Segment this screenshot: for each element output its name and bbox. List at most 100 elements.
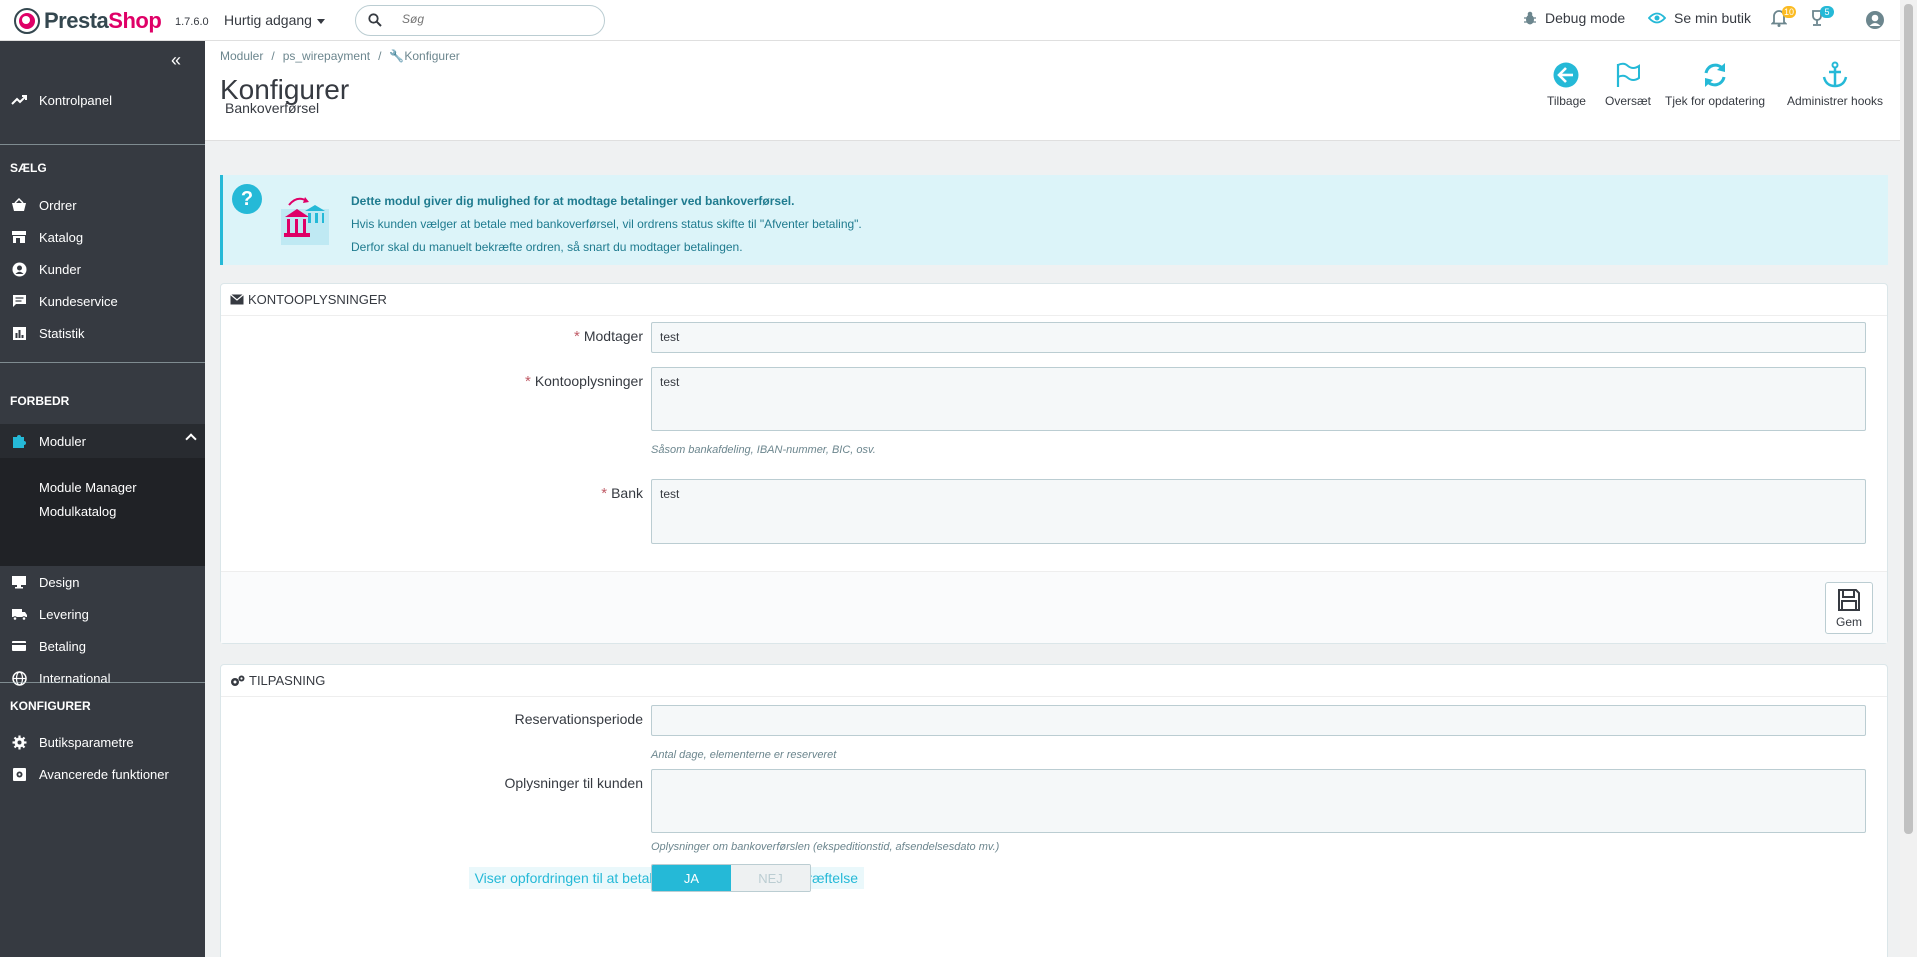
sidebar-item-customer-service[interactable]: Kundeservice	[0, 285, 205, 317]
submenu-item-module-catalog[interactable]: Modulkatalog	[39, 504, 116, 519]
sidebar-item-label: Design	[39, 574, 80, 590]
top-header: PrestaShop 1.7.6.0 Hurtig adgang Debug m…	[0, 0, 1917, 41]
bank-textarea[interactable]: test	[651, 479, 1866, 544]
customer-info-textarea[interactable]	[651, 769, 1866, 833]
logo-brand-1: Presta	[44, 8, 109, 33]
flag-icon	[1616, 62, 1640, 87]
manage-hooks-button[interactable]: Administrer hooks	[1787, 61, 1883, 108]
main-content: ? Dette modul giver dig mulighed for at …	[205, 142, 1900, 957]
breadcrumb-module[interactable]: ps_wirepayment	[283, 49, 370, 63]
breadcrumb-modules[interactable]: Moduler	[220, 49, 263, 63]
panel-heading: TILPASNING	[221, 665, 1887, 697]
search-box[interactable]	[355, 5, 605, 36]
sidebar-item-design[interactable]: Design	[0, 566, 205, 598]
view-shop-link[interactable]: Se min butik	[1648, 10, 1751, 26]
alert-line-3: Derfor skal du manuelt bekræfte ordren, …	[351, 240, 743, 254]
orders-notification[interactable]: 10	[1770, 6, 1796, 30]
save-button[interactable]: Gem	[1825, 582, 1873, 634]
check-update-button[interactable]: Tjek for opdatering	[1665, 61, 1765, 108]
info-alert: ? Dette modul giver dig mulighed for at …	[220, 175, 1888, 265]
sidebar-item-shop-parameters[interactable]: Butiksparametre	[0, 726, 205, 758]
sidebar-item-advanced-parameters[interactable]: Avancerede funktioner	[0, 758, 205, 790]
recipient-input[interactable]: test	[651, 322, 1866, 353]
panel-footer: Gem	[221, 571, 1887, 643]
switch-yes[interactable]: JA	[652, 865, 731, 891]
orders-badge: 10	[1781, 6, 1796, 18]
eye-icon	[1648, 12, 1666, 24]
globe-icon	[11, 670, 27, 686]
panel-heading-label: KONTOOPLYSNINGER	[248, 292, 387, 307]
sidebar-item-label: Katalog	[39, 229, 84, 245]
sidebar-item-modules[interactable]: Moduler	[0, 424, 205, 458]
alert-text: Dette modul giver dig mulighed for at mo…	[351, 190, 862, 259]
sidebar-item-orders[interactable]: Ordrer	[0, 189, 205, 221]
sidebar: « Kontrolpanel SÆLG Ordrer Katalog Kunde…	[0, 41, 205, 957]
account-details-label: * Kontooplysninger	[524, 373, 643, 390]
sidebar-divider	[0, 362, 205, 363]
view-shop-label: Se min butik	[1674, 10, 1752, 26]
chevron-up-icon	[185, 433, 197, 445]
monitor-icon	[12, 576, 26, 589]
collapse-sidebar-icon[interactable]: «	[171, 51, 181, 69]
customers-notification[interactable]: 5	[1809, 6, 1834, 30]
truck-icon	[11, 608, 27, 621]
sidebar-item-label: Levering	[39, 606, 89, 622]
sidebar-item-label: Kundeservice	[39, 293, 118, 309]
customization-panel: TILPASNING Reservationsperiode Antal dag…	[220, 664, 1888, 957]
account-details-panel: KONTOOPLYSNINGER * Modtager test * Kontoop…	[220, 283, 1888, 644]
submenu-item-module-manager[interactable]: Module Manager	[39, 480, 137, 495]
sidebar-item-label: International	[39, 670, 111, 686]
debug-mode-label: Debug mode	[1545, 10, 1626, 26]
store-icon	[12, 231, 26, 243]
anchor-icon	[1822, 61, 1848, 88]
account-details-help: Såsom bankafdeling, IBAN-nummer, BIC, os…	[651, 444, 876, 456]
sidebar-divider	[0, 682, 205, 683]
search-input[interactable]	[402, 12, 592, 26]
sidebar-item-label: Kontrolpanel	[39, 92, 112, 108]
sidebar-item-payment[interactable]: Betaling	[0, 630, 205, 662]
bank-transfer-icon	[281, 197, 329, 245]
translate-button[interactable]: Oversæt	[1605, 61, 1651, 108]
sidebar-item-dashboard[interactable]: Kontrolpanel	[0, 84, 205, 116]
arrow-back-icon	[1553, 62, 1579, 88]
debug-mode-link[interactable]: Debug mode	[1523, 10, 1625, 26]
sidebar-item-label: Ordrer	[39, 197, 77, 213]
sidebar-item-catalog[interactable]: Katalog	[0, 221, 205, 253]
section-improve: FORBEDR	[10, 394, 70, 408]
sidebar-item-label: Kunder	[39, 261, 81, 277]
employee-avatar[interactable]	[1865, 10, 1885, 33]
quick-access-dropdown[interactable]: Hurtig adgang	[224, 12, 325, 28]
gear-icon	[12, 735, 26, 749]
scrollbar-thumb[interactable]	[1904, 4, 1913, 834]
sidebar-item-international[interactable]: International	[0, 662, 205, 694]
alert-title: Dette modul giver dig mulighed for at mo…	[351, 194, 795, 208]
customer-info-help: Oplysninger om bankoverførslen (ekspedit…	[651, 841, 1000, 853]
section-sell: SÆLG	[10, 161, 47, 175]
recipient-label: * Modtager	[574, 328, 643, 345]
basket-icon	[12, 198, 26, 211]
back-button[interactable]: Tilbage	[1547, 61, 1586, 108]
sidebar-item-label: Butiksparametre	[39, 734, 134, 750]
bug-icon	[1524, 11, 1536, 24]
payment-invite-switch[interactable]: JA NEJ	[651, 864, 811, 892]
account-details-textarea[interactable]: test	[651, 367, 1866, 431]
breadcrumb-configure: Konfigurer	[404, 49, 460, 63]
page-subtitle: Bankoverførsel	[225, 100, 320, 116]
sidebar-item-label: Betaling	[39, 638, 86, 654]
panel-heading: KONTOOPLYSNINGER	[221, 284, 1887, 316]
reservation-period-input[interactable]	[651, 705, 1866, 736]
page-toolbar: Moduler / ps_wirepayment / 🔧Konfigurer Konfi…	[205, 41, 1900, 141]
sidebar-item-customers[interactable]: Kunder	[0, 253, 205, 285]
sidebar-item-label: Avancerede funktioner	[39, 766, 169, 782]
sidebar-item-statistics[interactable]: Statistik	[0, 317, 205, 349]
user-icon	[1866, 11, 1884, 29]
translate-button-label: Oversæt	[1605, 94, 1652, 108]
prestashop-logo[interactable]: PrestaShop	[14, 8, 162, 34]
cogs-icon	[231, 675, 245, 686]
sidebar-item-shipping[interactable]: Levering	[0, 598, 205, 630]
page-scrollbar[interactable]	[1900, 0, 1917, 957]
sidebar-item-label: Moduler	[39, 433, 86, 449]
save-icon	[1838, 588, 1860, 611]
switch-no[interactable]: NEJ	[731, 865, 810, 891]
check-update-button-label: Tjek for opdatering	[1665, 94, 1766, 108]
